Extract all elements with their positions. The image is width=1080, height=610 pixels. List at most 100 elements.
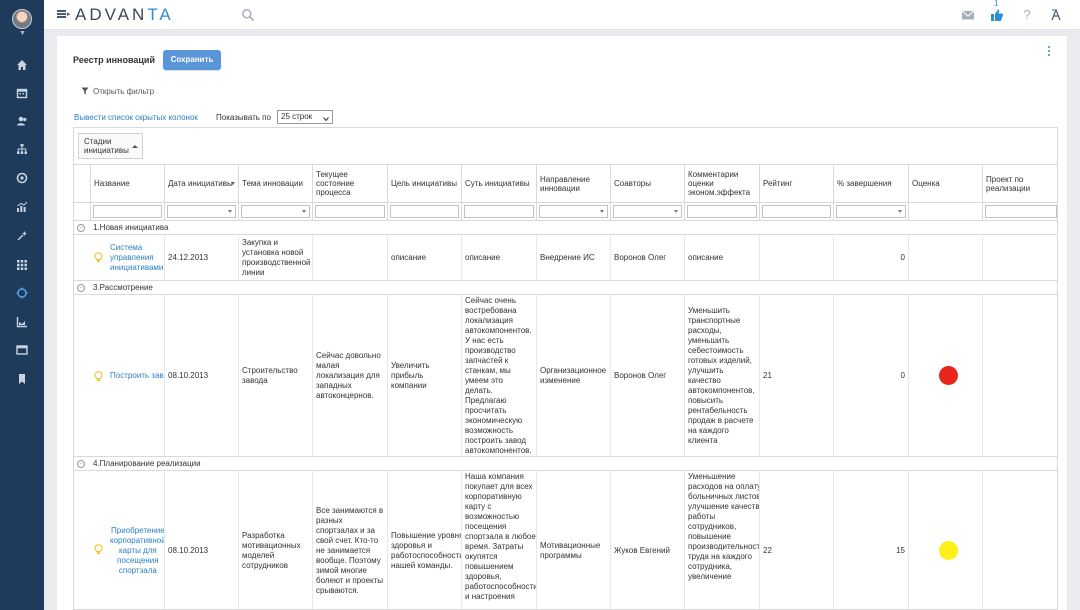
group-chip-stages[interactable]: Стадии инициативы [78,133,143,159]
cell-coauthors: Воронов Олег [611,295,685,456]
cell-direction: Внедрение ИС [537,235,611,280]
user-avatar[interactable] [12,9,32,29]
bookmark-icon[interactable] [16,373,28,385]
grid-apps-icon[interactable] [16,259,28,271]
header-topic[interactable]: Тема инновации [239,165,313,203]
filter-direction-select[interactable] [539,205,608,218]
filter-name-input[interactable] [93,205,162,218]
cell-topic: Строительство завода [239,295,313,456]
cell-project [983,471,1057,609]
header-goal[interactable]: Цель инициативы [388,165,462,203]
header-name[interactable]: Название [91,165,165,203]
filter-cell-rating [760,203,834,221]
analytics-icon[interactable] [16,201,28,213]
lightbulb-icon [94,371,103,382]
cell-score [909,295,983,456]
chevron-right-icon[interactable]: ▸ [67,10,71,18]
menu-icon[interactable] [57,10,66,18]
group-row-new[interactable]: − 1.Новая инициатива [74,221,1057,235]
chart-icon[interactable] [16,316,28,328]
header-rating[interactable]: Рейтинг [760,165,834,203]
save-button[interactable]: Сохранить [163,50,221,70]
cell-name[interactable]: Приобретение корпоративной карты для пос… [107,471,165,609]
header-date-label: Дата инициативы [168,179,233,188]
cell-goal: Увеличить прибыль компании [388,295,462,456]
filter-cell-topic [239,203,313,221]
filter-goal-input[interactable] [390,205,459,218]
group-row-review[interactable]: − 3.Рассмотрение [74,281,1057,295]
header-essence[interactable]: Суть инициативы [462,165,537,203]
table-row[interactable]: Система управления инициативами 24.12.20… [74,235,1057,281]
filter-completion-select[interactable] [836,205,906,218]
hidden-columns-link[interactable]: Вывести список скрытых колонок [74,113,198,122]
window-icon[interactable] [16,344,28,356]
filter-comments-input[interactable] [687,205,757,218]
rows-per-page-label: Показывать по [216,113,271,122]
logo-accent: TA [147,5,174,24]
sort-desc-icon [231,182,235,185]
table-row[interactable]: Построить завод автокомпонентов 08.10.20… [74,295,1057,457]
more-vertical-icon[interactable] [1047,46,1051,58]
cell-state: Сейчас довольно малая локализация для за… [313,295,388,456]
magic-icon[interactable] [16,230,28,242]
filter-state-input[interactable] [315,205,385,218]
lightbulb-icon [94,252,103,263]
users-icon[interactable] [16,115,28,127]
filter-cell-empty [74,203,91,221]
rows-per-page-select[interactable]: 25 строк [277,110,333,124]
open-filter-label: Открыть фильтр [93,87,155,96]
cell-score [909,471,983,609]
filter-coauthors-select[interactable] [613,205,682,218]
collapse-icon[interactable]: − [77,460,85,468]
group-row-planning[interactable]: − 4.Планирование реализации [74,457,1057,471]
open-filter-link[interactable]: Открыть фильтр [81,87,154,96]
cell-coauthors: Жуков Евгений [611,471,685,609]
lightbulb-icon [94,544,103,555]
cell-essence: описание [462,235,537,280]
cell-date: 08.10.2013 [165,295,239,456]
calendar-icon[interactable] [16,87,28,99]
cell-comments: Уменьшить транспортные расходы, уменьшит… [685,295,760,456]
home-icon[interactable] [16,59,28,71]
header-comments[interactable]: Комментарии оценки эконом.эффекта [685,165,760,203]
filter-project-input[interactable] [985,205,1057,218]
filter-cell-state [313,203,388,221]
main-panel: Реестр инноваций Сохранить Открыть фильт… [57,36,1067,610]
collapse-icon[interactable]: − [77,224,85,232]
score-indicator [939,541,958,560]
chevron-down-icon[interactable]: ▼ [19,30,26,37]
cell-score [909,235,983,280]
app-logo[interactable]: ADVANTA [75,5,174,25]
cell-date: 08.10.2013 [165,471,239,609]
target-icon[interactable] [16,172,28,184]
filter-rating-input[interactable] [762,205,831,218]
filter-date-select[interactable] [167,205,236,218]
header-date[interactable]: Дата инициативы [165,165,239,203]
help-icon[interactable]: ? [1020,8,1034,22]
mail-icon[interactable] [961,8,975,22]
cell-rating [760,235,834,280]
thumbs-up-icon[interactable] [990,8,1004,22]
header-state[interactable]: Текущее состояние процесса [313,165,388,203]
table-row[interactable]: Приобретение корпоративной карты для пос… [74,471,1057,609]
cell-state: Все занимаются в разных спортзалах и за … [313,471,388,609]
collapse-icon[interactable]: − [77,284,85,292]
cell-name[interactable]: Система управления инициативами [107,235,165,280]
header-direction[interactable]: Направление инновации [537,165,611,203]
filter-topic-select[interactable] [241,205,310,218]
cell-date: 24.12.2013 [165,235,239,280]
cell-direction: Мотивационные программы [537,471,611,609]
filter-essence-input[interactable] [464,205,534,218]
innovation-icon[interactable] [16,287,28,299]
header-completion[interactable]: % завершения [834,165,909,203]
filter-cell-comments [685,203,760,221]
header-project[interactable]: Проект по реализации [983,165,1057,203]
header-score[interactable]: Оценка [909,165,983,203]
font-size-icon[interactable] [1049,8,1063,22]
header-expand [74,165,91,203]
filter-cell-date [165,203,239,221]
org-structure-icon[interactable] [16,143,28,155]
header-coauthors[interactable]: Соавторы [611,165,685,203]
cell-name[interactable]: Построить завод автокомпонентов [107,295,165,456]
search-icon[interactable] [241,8,255,22]
